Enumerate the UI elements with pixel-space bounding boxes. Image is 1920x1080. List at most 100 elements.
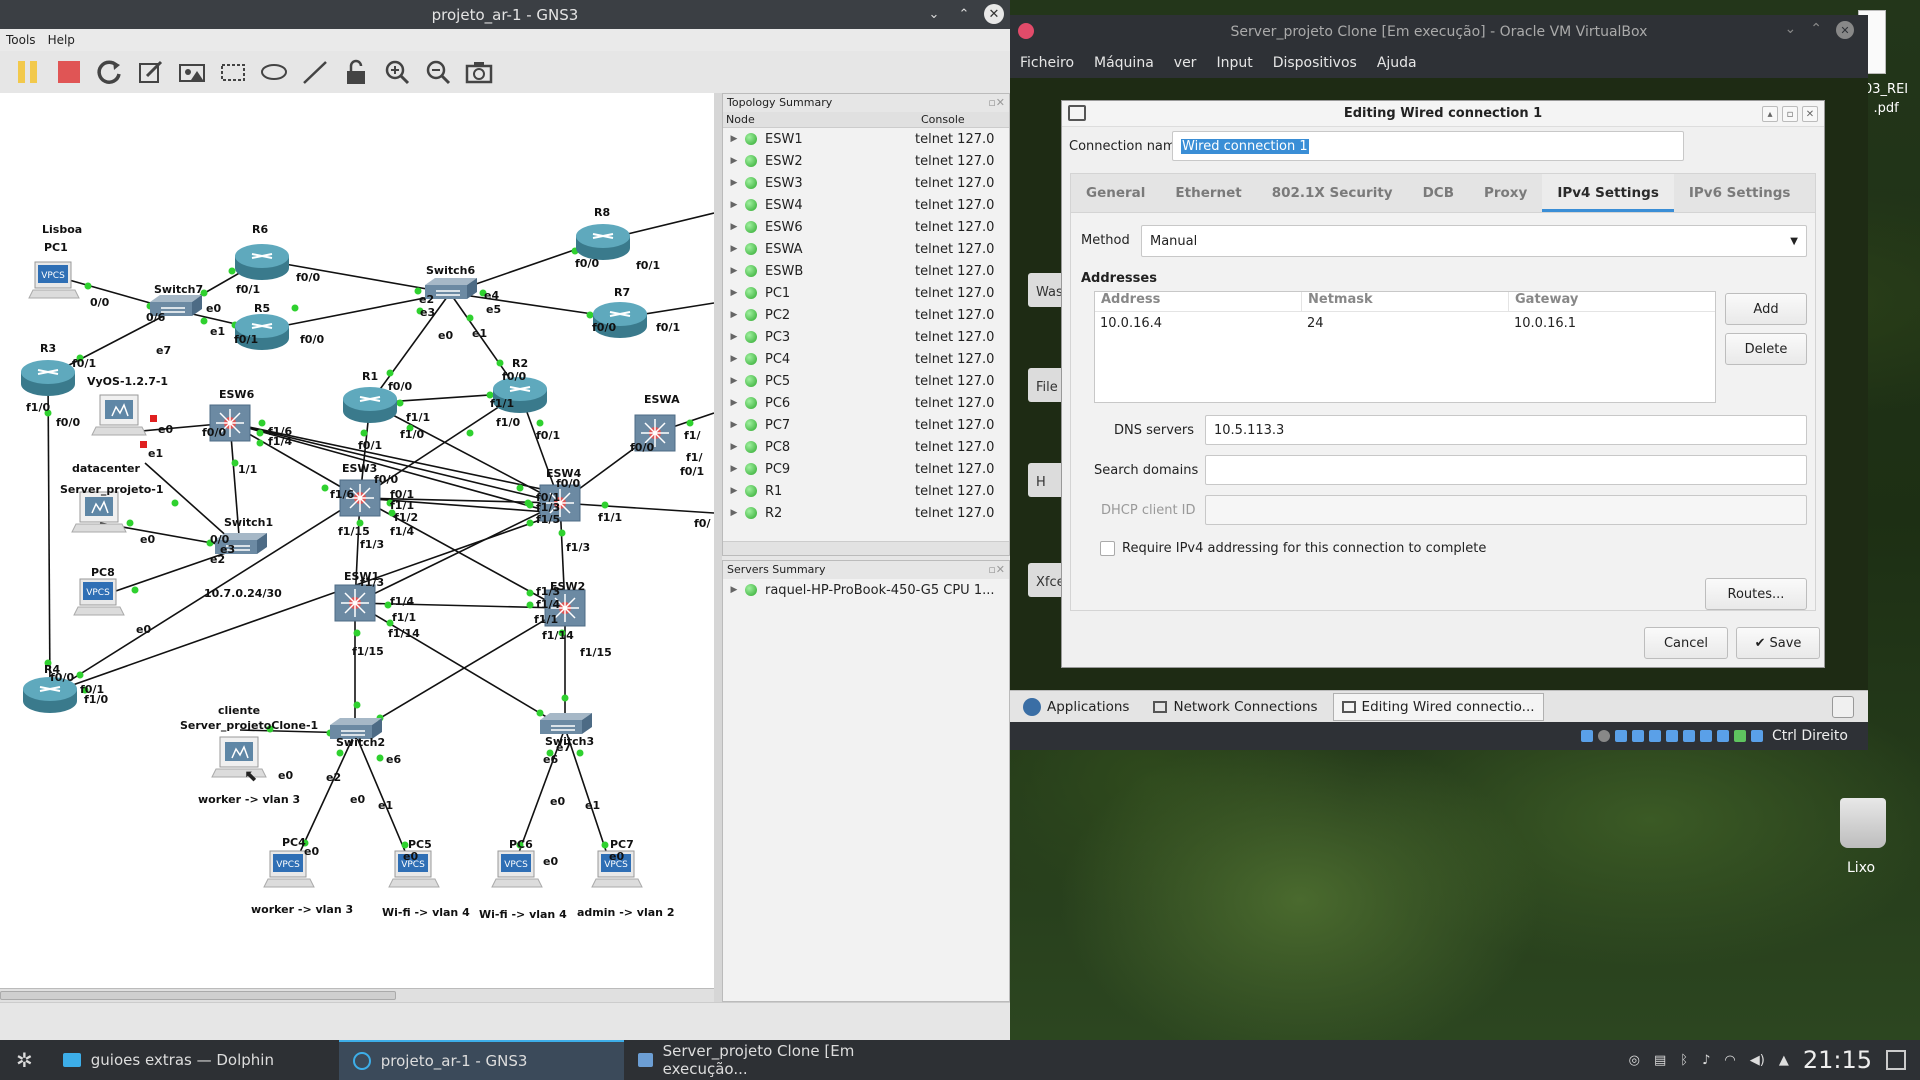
node-row[interactable]: ▶ ESW3 telnet 127.0	[723, 172, 1009, 194]
expand-icon[interactable]: ▶	[723, 266, 745, 276]
expand-icon[interactable]: ▶	[723, 354, 745, 364]
task-gns3[interactable]: projeto_ar-1 - GNS3	[338, 1040, 624, 1080]
maximize-icon[interactable]: ⌃	[954, 4, 974, 24]
dock-float-icon[interactable]: ▫✕	[988, 94, 1005, 112]
menu-tools[interactable]: Tools	[6, 33, 36, 47]
task-virtualbox[interactable]: Server_projeto Clone [Em execução...	[624, 1040, 909, 1080]
expand-icon[interactable]: ▶	[723, 178, 745, 188]
draw-line-icon[interactable]	[299, 56, 331, 88]
volume-icon[interactable]: ◀)	[1750, 1053, 1765, 1068]
menu-ficheiro[interactable]: Ficheiro	[1020, 55, 1074, 71]
applications-menu[interactable]: Applications	[1014, 693, 1138, 721]
server-row[interactable]: ▶ raquel-HP-ProBook-450-G5 CPU 1...	[723, 579, 1009, 601]
col-console[interactable]: Console	[918, 112, 965, 127]
edit-note-icon[interactable]	[135, 56, 167, 88]
col-gateway[interactable]: Gateway	[1509, 292, 1578, 311]
pause-icon[interactable]	[12, 56, 44, 88]
guest-screen[interactable]: Was File H Xfce Editing Wired connection…	[1010, 78, 1868, 750]
expand-icon[interactable]: ▶	[723, 156, 745, 166]
table-row[interactable]: 10.0.16.4 24 10.0.16.1	[1095, 312, 1715, 334]
insert-image-icon[interactable]	[176, 56, 208, 88]
node-row[interactable]: ▶ PC3 telnet 127.0	[723, 326, 1009, 348]
dialog-minimize-icon[interactable]: ▴	[1762, 106, 1778, 122]
tab-8021x[interactable]: 802.1X Security	[1257, 174, 1408, 212]
node-row[interactable]: ▶ PC8 telnet 127.0	[723, 436, 1009, 458]
lock-icon[interactable]	[340, 56, 372, 88]
node-row[interactable]: ▶ PC9 telnet 127.0	[723, 458, 1009, 480]
node-row[interactable]: ▶ ESW1 telnet 127.0	[723, 128, 1009, 150]
mouse-integration-icon[interactable]	[1733, 730, 1746, 742]
expand-icon[interactable]: ▶	[723, 508, 745, 518]
expand-icon[interactable]: ▶	[723, 332, 745, 342]
expand-icon[interactable]: ▶	[723, 288, 745, 298]
expand-icon[interactable]: ▶	[723, 376, 745, 386]
expand-icon[interactable]: ▶	[723, 398, 745, 408]
node-row[interactable]: ▶ PC2 telnet 127.0	[723, 304, 1009, 326]
col-node[interactable]: Node	[723, 112, 918, 127]
node-row[interactable]: ▶ R2 telnet 127.0	[723, 502, 1009, 524]
splitter[interactable]	[714, 93, 722, 1002]
expand-icon[interactable]: ▶	[723, 134, 745, 144]
node-row[interactable]: ▶ PC5 telnet 127.0	[723, 370, 1009, 392]
method-select[interactable]: Manual ▼	[1141, 225, 1807, 257]
routes-button[interactable]: Routes...	[1705, 578, 1807, 610]
task-editing-wired[interactable]: Editing Wired connectio...	[1332, 692, 1544, 721]
canvas-horizontal-scrollbar[interactable]	[0, 988, 714, 1002]
tab-general[interactable]: General	[1071, 174, 1160, 212]
audio-icon[interactable]	[1614, 730, 1627, 742]
maximize-icon[interactable]: ⌃	[1810, 21, 1822, 39]
minimize-icon[interactable]: ⌄	[924, 4, 944, 24]
close-icon[interactable]: ✕	[1836, 21, 1854, 39]
dhcp-client-id-input[interactable]	[1205, 495, 1807, 525]
node-list-scrollbar[interactable]	[723, 541, 1009, 555]
tab-proxy[interactable]: Proxy	[1469, 174, 1542, 212]
delete-button[interactable]: Delete	[1725, 333, 1807, 365]
node-row[interactable]: ▶ ESW4 telnet 127.0	[723, 194, 1009, 216]
save-button[interactable]: ✔ Save	[1736, 627, 1820, 659]
dns-input[interactable]: 10.5.113.3	[1205, 415, 1807, 445]
cancel-button[interactable]: Cancel	[1644, 627, 1728, 659]
node-row[interactable]: ▶ PC7 telnet 127.0	[723, 414, 1009, 436]
draw-ellipse-icon[interactable]	[258, 56, 290, 88]
optical-icon[interactable]	[1597, 730, 1610, 742]
node-row[interactable]: ▶ ESWA telnet 127.0	[723, 238, 1009, 260]
node-row[interactable]: ▶ ESW6 telnet 127.0	[723, 216, 1009, 238]
draw-rectangle-icon[interactable]	[217, 56, 249, 88]
tray-expand-icon[interactable]: ▲	[1779, 1053, 1789, 1068]
wifi-icon[interactable]: ◠	[1724, 1053, 1735, 1068]
tab-ipv4[interactable]: IPv4 Settings	[1542, 174, 1674, 212]
clipboard-icon[interactable]: ▤	[1654, 1053, 1666, 1068]
task-network-connections[interactable]: Network Connections	[1144, 693, 1326, 721]
addresses-table[interactable]: Address Netmask Gateway 10.0.16.4 24 10.…	[1094, 291, 1716, 403]
node-row[interactable]: ▶ ESWB telnet 127.0	[723, 260, 1009, 282]
bluetooth-icon[interactable]: ᛒ	[1680, 1053, 1688, 1068]
app-launcher-icon[interactable]: ✲	[0, 1040, 49, 1080]
cpu-icon[interactable]	[1716, 730, 1729, 742]
node-row[interactable]: ▶ PC4 telnet 127.0	[723, 348, 1009, 370]
expand-icon[interactable]: ▶	[723, 420, 745, 430]
col-netmask[interactable]: Netmask	[1302, 292, 1509, 311]
menu-input[interactable]: Input	[1216, 55, 1252, 71]
minimize-icon[interactable]: ⌄	[1785, 21, 1797, 39]
vpn-icon[interactable]: ◎	[1629, 1053, 1640, 1068]
connection-name-input[interactable]: Wired connection 1	[1172, 131, 1684, 161]
tab-ipv6[interactable]: IPv6 Settings	[1674, 174, 1806, 212]
display-icon[interactable]	[1682, 730, 1695, 742]
menu-ver[interactable]: ver	[1174, 55, 1197, 71]
menu-dispositivos[interactable]: Dispositivos	[1273, 55, 1357, 71]
menu-ajuda[interactable]: Ajuda	[1377, 55, 1417, 71]
tab-ethernet[interactable]: Ethernet	[1160, 174, 1256, 212]
keyboard-icon[interactable]	[1750, 730, 1763, 742]
zoom-in-icon[interactable]	[381, 56, 413, 88]
task-dolphin[interactable]: guioes extras — Dolphin	[49, 1040, 339, 1080]
show-desktop-icon[interactable]	[1886, 1050, 1906, 1070]
recording-icon[interactable]	[1699, 730, 1712, 742]
expand-icon[interactable]: ▶	[723, 486, 745, 496]
dialog-maximize-icon[interactable]: ▫	[1782, 106, 1798, 122]
require-ipv4-checkbox[interactable]	[1100, 541, 1115, 556]
zoom-out-icon[interactable]	[422, 56, 454, 88]
node-row[interactable]: ▶ PC1 telnet 127.0	[723, 282, 1009, 304]
close-icon[interactable]: ✕	[984, 4, 1004, 24]
network-tray-icon[interactable]	[1832, 696, 1854, 718]
col-address[interactable]: Address	[1095, 292, 1302, 311]
